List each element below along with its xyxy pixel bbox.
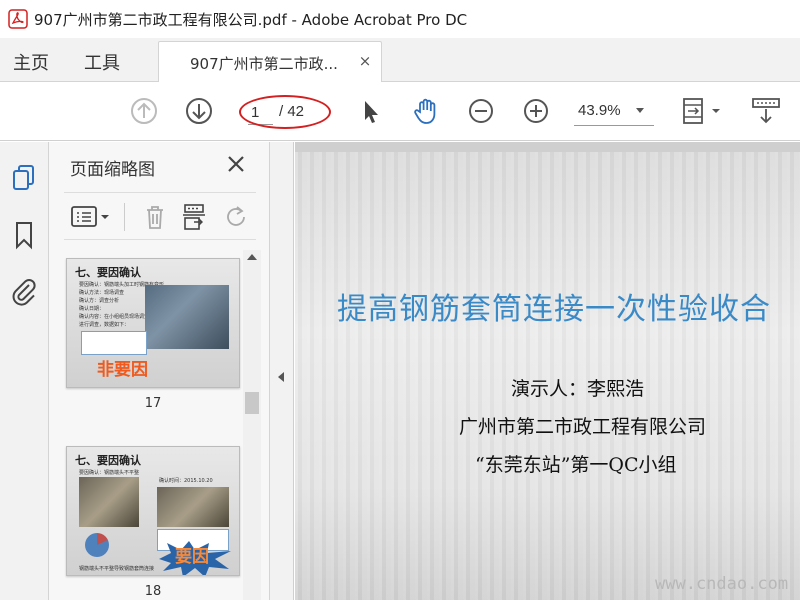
navigation-rail	[0, 142, 49, 600]
page-number-input[interactable]	[248, 101, 273, 125]
page-thumbnail-18[interactable]: 七、要因确认 要因确认：钢筋端头不平整 确认时间：2015.10.20 要因 钢…	[66, 446, 240, 576]
thumbnail-text: 确认日期：	[79, 306, 105, 312]
slide-group: “东莞东站”第一QC小组	[475, 454, 677, 476]
title-bar: 907广州市第二市政工程有限公司.pdf - Adobe Acrobat Pro…	[0, 0, 800, 38]
zoom-value: 43.9%	[578, 102, 621, 119]
slide-company: 广州市第二市政工程有限公司	[459, 416, 707, 438]
collapse-panel-icon[interactable]	[278, 372, 284, 382]
acrobat-window: 907广州市第二市政工程有限公司.pdf - Adobe Acrobat Pro…	[0, 0, 800, 600]
thumbnail-heading: 七、要因确认	[75, 454, 141, 467]
page-thumbnails-icon[interactable]	[9, 162, 39, 192]
bookmark-icon[interactable]	[9, 220, 39, 250]
next-page-icon[interactable]	[184, 96, 214, 126]
page-total: / 42	[279, 103, 305, 120]
thumbnail-list[interactable]: 七、要因确认 要因确认：钢筋端头加工时钢筋有变形 确认方法：现场调查 确认方：调…	[49, 250, 270, 600]
toolbar: / 42 43.9%	[0, 82, 800, 141]
thumbnail-table	[81, 331, 147, 355]
scrollbar-thumb[interactable]	[245, 392, 259, 414]
document-tab[interactable]: 907广州市第二市政... ×	[158, 41, 382, 83]
scroll-up-icon[interactable]	[247, 254, 257, 260]
close-tab-icon[interactable]: ×	[356, 52, 374, 70]
page-navigator: / 42	[239, 95, 331, 129]
delete-page-icon[interactable]	[140, 203, 170, 231]
menu-home[interactable]: 主页	[13, 49, 49, 75]
thumbnail-text: 确认时间：2015.10.20	[159, 478, 213, 484]
thumbnail-text: 进行调查，数据如下：	[79, 322, 130, 328]
panel-title: 页面缩略图	[70, 160, 155, 180]
select-cursor-icon[interactable]	[356, 96, 386, 126]
thumbnail-scrollbar[interactable]	[243, 250, 261, 600]
thumbnail-photo	[79, 477, 139, 527]
thumbnail-text: 确认方法：现场调查	[79, 290, 125, 296]
fit-page-icon[interactable]	[680, 96, 724, 126]
acrobat-logo-icon	[8, 9, 28, 29]
thumbnail-text: 确认方：调查分析	[79, 298, 120, 304]
thumbnail-text: 确认内容：在小组组员现场调查	[79, 314, 150, 320]
zoom-in-icon[interactable]	[521, 96, 551, 126]
watermark: www.cndao.com	[655, 574, 789, 594]
window-title: 907广州市第二市政工程有限公司.pdf - Adobe Acrobat Pro…	[34, 10, 468, 29]
thumbnail-text: 要因确认：钢筋端头不平整	[79, 470, 140, 476]
chevron-down-icon	[636, 108, 644, 113]
zoom-dropdown[interactable]: 43.9%	[574, 98, 654, 126]
thumbnail-photo	[157, 487, 229, 527]
previous-page-icon[interactable]	[129, 96, 159, 126]
document-view[interactable]: 提高钢筋套筒连接一次性验收合 演示人：李熙浩 广州市第二市政工程有限公司 “东莞…	[295, 142, 800, 600]
thumbnail-photo	[145, 285, 229, 349]
slide-title: 提高钢筋套筒连接一次性验收合	[337, 292, 771, 327]
page-thumbnail-17[interactable]: 七、要因确认 要因确认：钢筋端头加工时钢筋有变形 确认方法：现场调查 确认方：调…	[66, 258, 240, 388]
thumbnail-page-number: 17	[144, 396, 162, 411]
thumbnail-pie-chart	[85, 533, 109, 557]
scroll-mode-icon[interactable]	[750, 96, 782, 126]
insert-page-icon[interactable]	[180, 203, 210, 231]
hand-tool-icon[interactable]	[411, 96, 441, 126]
options-menu-icon[interactable]	[70, 203, 114, 231]
thumbnail-stamp: 要因	[175, 547, 209, 567]
zoom-out-icon[interactable]	[466, 96, 496, 126]
attachment-icon[interactable]	[9, 276, 39, 306]
menu-bar: 主页 工具 907广州市第二市政... ×	[0, 38, 800, 83]
thumbnail-heading: 七、要因确认	[75, 266, 141, 279]
rotate-page-icon[interactable]	[222, 203, 252, 231]
close-panel-icon[interactable]	[225, 153, 247, 175]
thumbnail-page-number: 18	[144, 584, 162, 599]
thumbnails-panel: 页面缩略图 七、要因确认 要因确认：钢筋端头加工时钢筋有变形 确认方法：现场调查…	[49, 142, 270, 600]
document-tab-label: 907广州市第二市政...	[190, 55, 338, 73]
menu-tools[interactable]: 工具	[84, 49, 120, 75]
thumbnail-toolbar	[64, 192, 256, 240]
panel-splitter[interactable]	[270, 142, 294, 600]
thumbnail-text: 钢筋端头不平整导致钢筋套筒连接	[79, 566, 155, 572]
thumbnail-stamp: 非要因	[97, 360, 148, 380]
pdf-page: 提高钢筋套筒连接一次性验收合 演示人：李熙浩 广州市第二市政工程有限公司 “东莞…	[295, 152, 800, 600]
toolbar-divider	[124, 203, 125, 231]
slide-presenter: 演示人：李熙浩	[511, 378, 645, 400]
